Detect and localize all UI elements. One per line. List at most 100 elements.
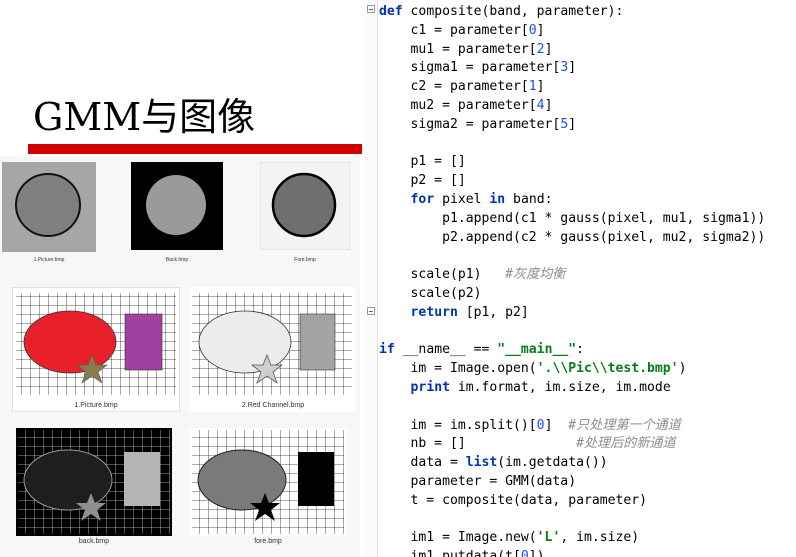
code-line[interactable]: mu1 = parameter[2] (379, 40, 553, 59)
code-editor[interactable]: def composite(band, parameter): c1 = par… (365, 0, 796, 557)
code-line[interactable]: print im.format, im.size, im.mode (379, 378, 671, 397)
code-token: pixel (434, 192, 490, 207)
code-token: im1.putdata(t[ (379, 549, 521, 557)
code-token: im1 = Image.new( (379, 530, 537, 546)
code-token: return (410, 304, 458, 320)
thumb-red-channel (190, 287, 356, 412)
thumb-fore (260, 162, 350, 250)
code-token: ] (568, 60, 577, 76)
code-line[interactable]: c2 = parameter[1] (379, 77, 545, 96)
code-token: im = im.split()[ (379, 417, 537, 433)
thumb-picture-color (12, 287, 180, 412)
thumb-caption: fore.bmp (254, 538, 282, 545)
code-line[interactable]: p2.append(c2 * gauss(pixel, mu2, sigma2)… (379, 228, 765, 247)
code-line[interactable]: im = im.split()[0] #只处理第一个通道 (379, 416, 681, 435)
code-token: ) (678, 361, 687, 377)
code-token: p1.append(c1 * gauss(pixel, mu1, sigma1)… (379, 210, 766, 226)
code-token: 0 (536, 417, 545, 433)
code-line[interactable]: mu2 = parameter[4] (379, 96, 553, 115)
code-line[interactable]: for pixel in band: (379, 190, 553, 209)
code-token: sigma2 = parameter[ (379, 116, 561, 132)
code-line[interactable]: return [p1, p2] (379, 303, 529, 322)
code-token: 4 (536, 98, 545, 113)
code-line[interactable]: nb = [] #处理后的新通道 (379, 434, 676, 453)
code-token: '.\\Pic\\test.bmp' (536, 361, 679, 377)
editor-gutter (365, 0, 378, 557)
code-token: for (410, 192, 435, 207)
code-token: print (410, 380, 450, 395)
code-line[interactable]: p1 = [] (379, 152, 466, 171)
code-token: im = Image.open( (379, 361, 537, 377)
slide-title: GMM与图像 (33, 95, 256, 139)
code-token: list (465, 455, 498, 471)
code-token: ] (536, 22, 545, 38)
code-token: #只处理第一个通道 (568, 417, 681, 433)
thumb-caption: 1.Picture.bmp (74, 402, 118, 409)
code-token: p2 = [] (379, 173, 466, 189)
thumb-caption: 1.Picture.bmp (33, 257, 65, 263)
code-token: mu1 = parameter[ (379, 41, 537, 57)
code-line[interactable]: im1 = Image.new('L', im.size) (379, 528, 640, 547)
code-token: if (379, 342, 395, 358)
code-line[interactable]: parameter = GMM(data) (379, 472, 577, 491)
code-token: mu2 = parameter[ (379, 98, 537, 113)
code-token: nb = [] (379, 436, 577, 452)
code-line[interactable]: sigma2 = parameter[5] (379, 115, 577, 134)
code-line[interactable]: p2 = [] (379, 171, 466, 190)
code-line[interactable]: im = Image.open('.\\Pic\\test.bmp') (379, 359, 687, 378)
code-line[interactable]: p1.append(c1 * gauss(pixel, mu1, sigma1)… (379, 209, 765, 228)
code-token: data = (379, 455, 466, 471)
thumb-fore-grid (190, 428, 346, 536)
code-line[interactable]: data = list(im.getdata()) (379, 453, 608, 472)
code-token: 2 (536, 41, 545, 57)
code-line[interactable]: if __name__ == "__main__": (379, 340, 584, 359)
thumb-picture (2, 162, 96, 252)
code-token: #处理后的新通道 (576, 436, 676, 452)
code-token: p1 = [] (379, 154, 466, 170)
code-line[interactable]: def composite(band, parameter): (379, 2, 623, 21)
thumb-back (131, 162, 223, 250)
code-line[interactable]: scale(p2) (379, 284, 482, 303)
code-token: parameter = GMM(data) (379, 474, 577, 489)
code-token: , im.size) (560, 530, 640, 546)
code-token: c1 = parameter[ (379, 22, 529, 38)
code-token: 0 (528, 22, 537, 38)
thumb-caption: Back.bmp (165, 257, 189, 263)
image-gallery: 1.Picture.bmp Back.bmp Fore.bmp 1.Pictur… (0, 156, 360, 557)
code-token: (im.getdata()) (497, 455, 608, 471)
code-token: scale(p1) (379, 267, 506, 283)
code-line[interactable]: t = composite(data, parameter) (379, 491, 648, 510)
code-token: : (576, 342, 584, 358)
code-token: def (379, 4, 411, 19)
code-token: 'L' (536, 530, 561, 546)
code-token: t = composite(data, parameter) (379, 492, 648, 508)
code-line[interactable]: sigma1 = parameter[3] (379, 58, 577, 77)
code-token: im.format, im.size, im.mode (449, 380, 671, 395)
code-token: ]) (528, 549, 545, 557)
code-token: 1 (528, 79, 537, 95)
thumb-back-grid (16, 428, 172, 536)
code-token: ] (544, 98, 553, 113)
code-token: band: (505, 192, 553, 207)
code-token: c2 = parameter[ (379, 79, 529, 95)
code-token: scale(p2) (379, 286, 482, 301)
code-token: in (489, 192, 506, 207)
thumb-caption: 2.Red Channel.bmp (241, 402, 305, 409)
fold-marker-icon[interactable] (367, 5, 375, 13)
fold-marker-icon[interactable] (367, 307, 375, 315)
code-token: ] (568, 116, 577, 132)
code-line[interactable]: c1 = parameter[0] (379, 21, 545, 40)
thumb-caption: back.bmp (78, 538, 110, 545)
code-token: 0 (520, 549, 529, 557)
code-token: composite(band, parameter): (410, 4, 624, 19)
code-token: ] (536, 79, 545, 95)
code-token: [p1, p2] (457, 304, 529, 320)
code-token: #灰度均衡 (505, 267, 566, 283)
code-line[interactable]: scale(p1) #灰度均衡 (379, 265, 566, 284)
code-token: p2.append(c2 * gauss(pixel, mu2, sigma2)… (379, 229, 766, 245)
code-line[interactable]: im1.putdata(t[0]) (379, 547, 545, 557)
code-token: sigma1 = parameter[ (379, 60, 561, 76)
